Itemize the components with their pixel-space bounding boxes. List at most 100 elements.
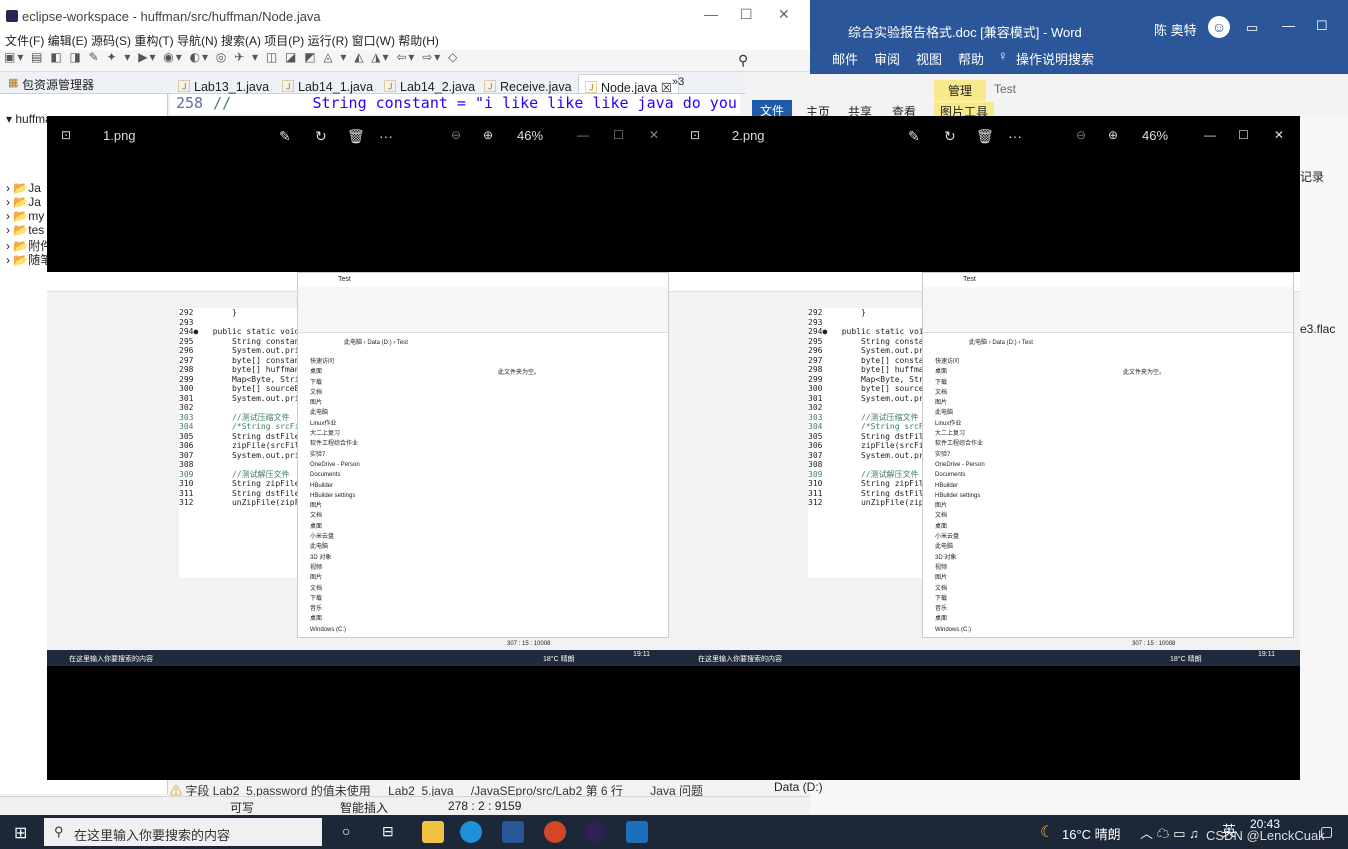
mini-explorer-path: 此电脑 › Data (D:) › Test bbox=[344, 340, 408, 346]
tree-item[interactable]: › 📂Ja bbox=[6, 181, 41, 195]
minimize-icon[interactable]: — bbox=[1282, 18, 1295, 33]
tab-label: Receive.java bbox=[500, 80, 572, 94]
mini-explorer-empty: 此文件夹为空。 bbox=[498, 370, 541, 376]
delete-icon[interactable]: 🗑 bbox=[347, 128, 365, 145]
edge-icon[interactable] bbox=[460, 821, 482, 843]
tab-lab14-1[interactable]: 🄹 Lab14_1.java bbox=[276, 74, 379, 94]
tab-overflow[interactable]: »3 bbox=[672, 76, 684, 88]
tree-label: tes bbox=[28, 223, 45, 237]
mini-code-line: 294● public static void m bbox=[808, 327, 924, 336]
mini-nav-item: 文档 bbox=[310, 513, 323, 520]
tab-lab13[interactable]: 🄹 Lab13_1.java bbox=[172, 74, 275, 94]
tab-receive[interactable]: 🄹 Receive.java bbox=[478, 74, 578, 94]
mini-code-line: 307 System.out.print bbox=[808, 450, 924, 460]
mini-explorer-nav: 快速访问 桌面 下载 文档 图片 此电脑 Linux作业 大二上复习 软件工程综合作业 实验7 On… bbox=[310, 357, 362, 637]
notification-icon[interactable]: ▢ bbox=[1320, 823, 1333, 840]
edit-image-icon[interactable]: ✎ bbox=[908, 128, 920, 145]
tree-label: Ja bbox=[28, 181, 41, 195]
tell-me-search[interactable]: 操作说明搜索 bbox=[1016, 49, 1094, 68]
side-file-name: e3.flac bbox=[1300, 322, 1336, 336]
mini-explorer-ribbon bbox=[298, 287, 668, 333]
mini-code-line: 297 byte[] constantB bbox=[179, 355, 297, 365]
window-title-test: Test bbox=[994, 82, 1017, 96]
zoom-out-icon[interactable]: ⊖ bbox=[451, 128, 461, 142]
close-icon[interactable]: ✕ bbox=[1274, 128, 1284, 142]
taskbar-search-box[interactable]: ⚲ 在这里输入你要搜索的内容 bbox=[44, 818, 322, 846]
tree-item[interactable]: › 📂tes bbox=[6, 223, 44, 237]
mini-nav-item: 快速访问 bbox=[310, 359, 335, 365]
mini-code-line: 304 /*String srcFile bbox=[179, 422, 297, 431]
tree-item[interactable]: › 📂my bbox=[6, 209, 44, 223]
drive-data-d[interactable]: Data (D:) bbox=[774, 780, 823, 794]
minimize-icon[interactable]: — bbox=[577, 128, 589, 142]
cortana-icon[interactable]: ○ bbox=[342, 823, 350, 839]
mini-nav-item: HBuilder bbox=[310, 482, 334, 489]
ribbon-tab-help[interactable]: 帮助 bbox=[958, 49, 984, 68]
status-writable: 可写 bbox=[230, 801, 255, 815]
mini-nav-item: 桌面 bbox=[935, 369, 948, 376]
mini-code-line: 306 zipFile(srcFile, bbox=[179, 441, 297, 450]
tab-lab14-2[interactable]: 🄹 Lab14_2.java bbox=[378, 74, 481, 94]
avatar[interactable]: ☺ bbox=[1208, 16, 1230, 38]
mini-code-line: 292 } bbox=[179, 308, 237, 317]
mini-nav-item: 实验7 bbox=[310, 451, 326, 458]
mini-nav-item: 文档 bbox=[935, 389, 948, 396]
zoom-level: 46% bbox=[1142, 128, 1169, 143]
mini-nav-item: 下载 bbox=[310, 379, 323, 386]
more-icon[interactable]: ··· bbox=[1008, 128, 1022, 144]
tree-item[interactable]: › 📂Ja bbox=[6, 195, 41, 209]
rotate-icon[interactable]: ↻ bbox=[315, 128, 327, 145]
word-icon[interactable] bbox=[502, 821, 524, 843]
mini-status-pos: 307 : 15 : 10008 bbox=[1132, 641, 1176, 647]
search-icon[interactable]: ⚲ bbox=[738, 52, 748, 69]
zoom-in-icon[interactable]: ⊕ bbox=[1108, 128, 1118, 142]
mini-explorer-ribbon bbox=[923, 287, 1293, 333]
tab-node[interactable]: 🄹 Node.java ☒ bbox=[578, 74, 679, 95]
watermark: CSDN @LenckCuak bbox=[1206, 828, 1325, 843]
delete-icon[interactable]: 🗑 bbox=[976, 128, 994, 145]
ribbon-tab-mailings[interactable]: 邮件 bbox=[832, 49, 858, 68]
viewer-file-name: 1.png bbox=[103, 128, 136, 143]
close-icon[interactable]: ✕ bbox=[778, 6, 790, 23]
search-icon: ⚲ bbox=[54, 824, 64, 839]
minimize-icon[interactable]: — bbox=[1204, 128, 1216, 142]
zoom-in-icon[interactable]: ⊕ bbox=[483, 128, 493, 142]
mini-nav-item: HBuilder bbox=[935, 482, 959, 489]
maximize-icon[interactable]: ☐ bbox=[613, 128, 624, 142]
tab-manage[interactable]: 管理 bbox=[934, 80, 987, 101]
mini-code-line: 301 System.out.print bbox=[179, 393, 297, 403]
tray-icons[interactable]: ︿ ☁ ▭ ♫ bbox=[1140, 823, 1199, 842]
ribbon-display-icon[interactable]: ▭ bbox=[1246, 20, 1258, 36]
ribbon-tab-view[interactable]: 视图 bbox=[916, 49, 942, 68]
tree-item[interactable]: › 📂随笔 bbox=[6, 251, 52, 268]
tab-label: Lab14_1.java bbox=[298, 80, 374, 94]
edit-image-icon[interactable]: ✎ bbox=[279, 128, 291, 145]
code-editor[interactable]: 258 // String constant = "i like like lik… bbox=[170, 94, 740, 114]
eclipse-menubar[interactable]: 文件(F) 编辑(E) 源码(S) 重构(T) 导航(N) 搜索(A) 项目(P… bbox=[0, 32, 810, 50]
minimize-icon[interactable]: — bbox=[704, 6, 718, 22]
windows-start-icon[interactable]: ⊞ bbox=[14, 823, 27, 843]
mini-explorer-title: Test bbox=[963, 276, 976, 283]
photo-viewer-1: ⊡ 1.png ✎ ↻ 🗑 ··· ⊖ ⊕ 46% — ☐ ✕ 292 } 293… bbox=[47, 116, 676, 780]
zoom-out-icon[interactable]: ⊖ bbox=[1076, 128, 1086, 142]
close-icon[interactable]: ✕ bbox=[649, 128, 659, 142]
taskbar-weather[interactable]: 16°C 晴朗 bbox=[1062, 824, 1121, 843]
file-explorer-icon[interactable] bbox=[422, 821, 444, 843]
photos-icon[interactable] bbox=[626, 821, 648, 843]
maximize-icon[interactable]: ☐ bbox=[740, 6, 753, 23]
ribbon-tab-review[interactable]: 审阅 bbox=[874, 49, 900, 68]
mini-nav-item: 实验7 bbox=[935, 451, 951, 458]
task-view-icon[interactable]: ⊟ bbox=[382, 823, 394, 840]
eclipse-icon[interactable] bbox=[584, 821, 606, 843]
maximize-icon[interactable]: ☐ bbox=[1238, 128, 1249, 142]
java-file-icon: 🄹 bbox=[282, 80, 295, 94]
maximize-icon[interactable]: ☐ bbox=[1316, 18, 1328, 34]
mini-code-line: 311 String dstFile = bbox=[179, 488, 297, 498]
more-icon[interactable]: ··· bbox=[379, 128, 393, 144]
powerpoint-icon[interactable] bbox=[544, 821, 566, 843]
rotate-icon[interactable]: ↻ bbox=[944, 128, 956, 145]
image-icon: ⊡ bbox=[61, 128, 72, 142]
eclipse-window-title: eclipse-workspace - huffman/src/huffman/… bbox=[22, 8, 321, 24]
problems-row[interactable]: ⚠ 字段 Lab2_5.password 的值未使用 Lab2_5.java /… bbox=[170, 782, 810, 796]
eclipse-toolbar[interactable]: ▣▾ ▤ ◧ ◨ ✎ ✦ ▾ ▶▾ ◉▾ ◐▾ ◎ ✈ ▾ ◫ ◪ ◩ ◬ ▾ … bbox=[0, 50, 810, 72]
